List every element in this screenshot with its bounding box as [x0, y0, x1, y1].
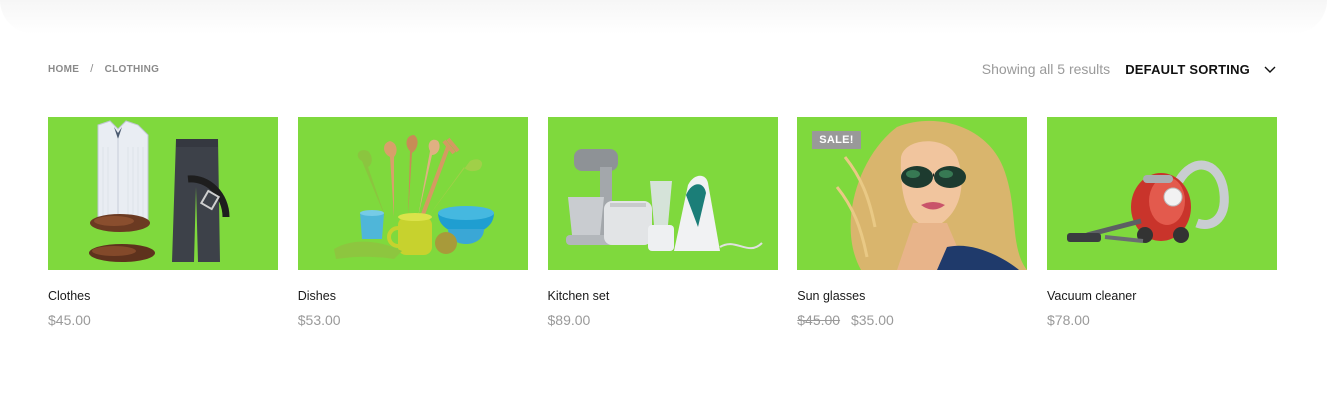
product-price: $53.00 — [298, 312, 528, 328]
product-price: $78.00 — [1047, 312, 1277, 328]
current-price: $45.00 — [48, 312, 91, 328]
product-card-kitchen-set[interactable]: Kitchen set $89.00 — [547, 117, 778, 328]
vacuum-cleaner-image[interactable] — [1047, 117, 1277, 270]
current-price: $89.00 — [547, 312, 591, 328]
product-price: $45.00 $35.00 — [797, 312, 1027, 328]
breadcrumb-separator: / — [90, 63, 94, 75]
product-title[interactable]: Dishes — [298, 289, 528, 303]
current-price: $35.00 — [850, 312, 894, 328]
product-title[interactable]: Kitchen set — [548, 289, 778, 303]
product-card-clothes[interactable]: Clothes $45.00 — [48, 117, 278, 328]
result-count: Showing all 5 results — [981, 61, 1111, 77]
product-title[interactable]: Sun glasses — [797, 289, 1027, 303]
clothes-image[interactable] — [48, 117, 278, 270]
product-card-sun-glasses[interactable]: SALE! Sun glasses $45.00 $35.00 — [797, 117, 1028, 328]
product-title[interactable]: Clothes — [48, 289, 278, 303]
old-price: $45.00 — [797, 312, 841, 328]
product-grid: Clothes $45.00 Dishes $53.00 Kitchen set… — [48, 117, 1277, 328]
product-price: $45.00 — [48, 312, 278, 328]
breadcrumb-current: CLOTHING — [104, 63, 160, 75]
sorting-label: DEFAULT SORTING — [1125, 61, 1250, 77]
shop-toolbar: HOME / CLOTHING Showing all 5 results DE… — [48, 56, 1277, 82]
sun-glasses-image[interactable]: SALE! — [797, 117, 1028, 270]
current-price: $78.00 — [1047, 312, 1090, 328]
product-price: $89.00 — [548, 312, 778, 328]
breadcrumb-home-link[interactable]: HOME — [48, 64, 79, 75]
chevron-down-icon — [1263, 62, 1277, 76]
product-title[interactable]: Vacuum cleaner — [1047, 289, 1277, 303]
sorting-dropdown[interactable]: DEFAULT SORTING — [1125, 62, 1277, 77]
sale-badge: SALE! — [812, 131, 861, 149]
breadcrumb: HOME / CLOTHING — [48, 63, 159, 75]
dishes-image[interactable] — [297, 117, 528, 270]
product-card-vacuum-cleaner[interactable]: Vacuum cleaner $78.00 — [1047, 117, 1277, 328]
header-shadow — [0, 0, 1327, 34]
toolbar-right: Showing all 5 results DEFAULT SORTING — [982, 61, 1277, 77]
kitchen-set-image[interactable] — [547, 117, 778, 270]
current-price: $53.00 — [297, 312, 341, 328]
product-card-dishes[interactable]: Dishes $53.00 — [297, 117, 528, 328]
